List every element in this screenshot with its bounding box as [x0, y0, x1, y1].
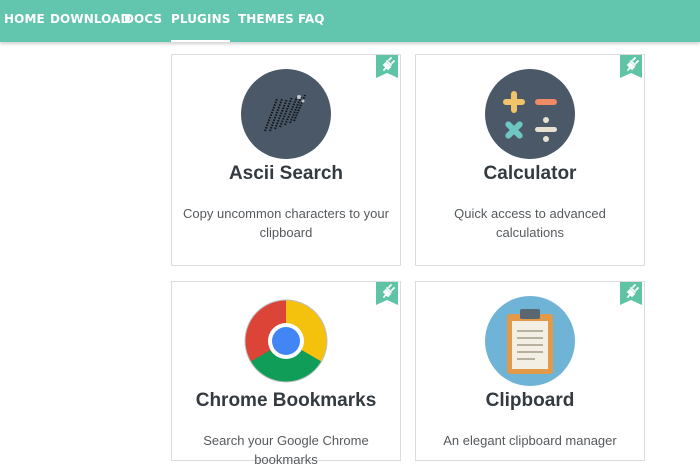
- plugin-tag-icon: [376, 55, 398, 78]
- plugin-description: An elegant clipboard manager: [443, 433, 617, 448]
- plugin-description: Copy uncommon characters to your clipboa…: [183, 206, 389, 240]
- plugin-card-ascii-search[interactable]: Ascii Search Copy uncommon characters to…: [171, 54, 401, 266]
- plugin-description: Quick access to advanced calculations: [454, 206, 606, 240]
- nav-themes[interactable]: THEMES: [238, 12, 294, 42]
- nav-home[interactable]: HOME: [4, 12, 45, 42]
- plugin-tag-icon: [620, 282, 642, 305]
- chrome-icon: [244, 299, 328, 383]
- plugin-description: Search your Google Chrome bookmarks: [203, 433, 369, 467]
- plugin-card-chrome-bookmarks[interactable]: Chrome Bookmarks Search your Google Chro…: [171, 281, 401, 467]
- plugin-tag-icon: [620, 55, 642, 78]
- nav-docs[interactable]: DOCS: [124, 12, 162, 42]
- plugin-title: Chrome Bookmarks: [195, 390, 377, 411]
- plugin-card-clipboard[interactable]: Clipboard An elegant clipboard manager: [415, 281, 645, 461]
- plugin-title: Calculator: [483, 163, 577, 184]
- ascii-search-icon: [241, 69, 331, 159]
- plugin-title: Clipboard: [485, 390, 575, 411]
- nav-download[interactable]: DOWNLOAD: [50, 12, 131, 42]
- nav-plugins[interactable]: PLUGINS: [171, 12, 231, 42]
- plugin-tag-icon: [376, 282, 398, 305]
- plugin-title: Ascii Search: [228, 163, 344, 184]
- calculator-icon: [485, 69, 575, 159]
- plugin-card-calculator[interactable]: Calculator Quick access to advanced calc…: [415, 54, 645, 266]
- top-navigation-bar: HOME DOWNLOAD DOCS PLUGINS THEMES FAQ: [0, 0, 700, 42]
- clipboard-icon: [485, 296, 575, 386]
- nav-faq[interactable]: FAQ: [298, 12, 325, 42]
